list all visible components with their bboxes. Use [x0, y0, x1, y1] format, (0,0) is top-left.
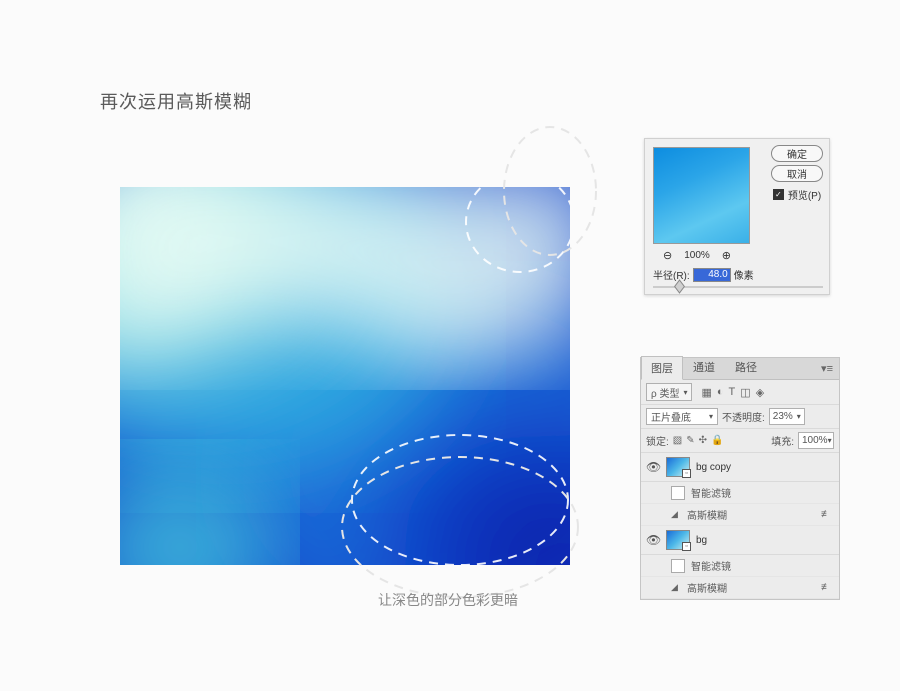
opacity-input[interactable]: 23%▾: [769, 408, 805, 425]
filter-instance-row[interactable]: ◢ 高斯模糊 ≢: [641, 577, 839, 599]
layer-thumbnail[interactable]: ▫: [666, 457, 690, 477]
layer-row[interactable]: 👁 ▫ bg copy: [641, 453, 839, 482]
filter-name[interactable]: 高斯模糊: [687, 580, 727, 595]
opacity-label: 不透明度:: [722, 409, 765, 424]
lock-position-icon[interactable]: ✣: [699, 435, 707, 446]
annotation-ellipse-bottom: [342, 457, 578, 597]
filter-name[interactable]: 高斯模糊: [687, 507, 727, 522]
panel-menu-icon[interactable]: ▾≡: [815, 362, 839, 375]
layer-name[interactable]: bg: [696, 535, 707, 546]
fill-input[interactable]: 100%▾: [798, 432, 834, 449]
radius-label: 半径(R):: [653, 267, 690, 282]
smart-filters-row[interactable]: 智能滤镜: [641, 555, 839, 577]
canvas-caption: 让深色的部分色彩更暗: [378, 590, 518, 610]
smart-filters-row[interactable]: 智能滤镜: [641, 482, 839, 504]
filter-options-icon[interactable]: ≢: [821, 582, 834, 593]
caret-icon: ◢: [671, 582, 681, 593]
lock-transparent-icon[interactable]: ▧: [673, 435, 682, 446]
radius-slider[interactable]: [653, 284, 823, 290]
lock-label: 锁定:: [646, 433, 669, 448]
layer-row[interactable]: 👁 ▫ bg: [641, 526, 839, 555]
filter-visibility-icon[interactable]: [671, 559, 685, 573]
canvas-preview: [120, 187, 570, 565]
filter-pixel-icon[interactable]: ▦: [701, 386, 711, 399]
filter-type-icon[interactable]: T: [729, 386, 736, 399]
ok-button[interactable]: 确定: [771, 145, 823, 162]
tab-layers[interactable]: 图层: [641, 356, 683, 380]
preview-label: 预览(P): [788, 187, 821, 202]
cancel-button[interactable]: 取消: [771, 165, 823, 182]
lock-paint-icon[interactable]: ✎: [686, 435, 694, 446]
visibility-toggle-icon[interactable]: 👁: [646, 460, 660, 474]
filter-smart-icon[interactable]: ◈: [756, 386, 764, 399]
blur-preview-thumbnail[interactable]: [653, 147, 750, 244]
tab-channels[interactable]: 通道: [683, 355, 725, 379]
zoom-in-icon[interactable]: ⊕: [722, 249, 731, 262]
filter-shape-icon[interactable]: ◫: [740, 386, 750, 399]
smart-object-icon: ▫: [682, 542, 691, 551]
preview-checkbox[interactable]: ✓: [773, 189, 784, 200]
tab-paths[interactable]: 路径: [725, 355, 767, 379]
visibility-toggle-icon[interactable]: 👁: [646, 533, 660, 547]
filter-adjust-icon[interactable]: ◐: [717, 386, 724, 399]
layer-name[interactable]: bg copy: [696, 462, 731, 473]
zoom-out-icon[interactable]: ⊖: [663, 249, 672, 262]
filter-instance-row[interactable]: ◢ 高斯模糊 ≢: [641, 504, 839, 526]
radius-input[interactable]: [693, 268, 731, 282]
radius-unit: 像素: [734, 267, 754, 282]
caret-icon: ◢: [671, 509, 681, 520]
layers-panel: 图层 通道 路径 ▾≡ ρ 类型▾ ▦ ◐ T ◫ ◈ 正片叠底▾ 不透明度: …: [640, 357, 840, 600]
layer-thumbnail[interactable]: ▫: [666, 530, 690, 550]
fill-label: 填充:: [771, 433, 794, 448]
smart-filter-label: 智能滤镜: [691, 485, 731, 500]
layer-filter-type[interactable]: ρ 类型▾: [646, 383, 692, 401]
zoom-percent: 100%: [684, 250, 710, 261]
filter-visibility-icon[interactable]: [671, 486, 685, 500]
page-title: 再次运用高斯模糊: [100, 88, 252, 114]
filter-options-icon[interactable]: ≢: [821, 509, 834, 520]
blend-mode-select[interactable]: 正片叠底▾: [646, 408, 718, 425]
smart-filter-label: 智能滤镜: [691, 558, 731, 573]
smart-object-icon: ▫: [682, 469, 691, 478]
annotation-ellipse-top: [504, 127, 596, 255]
lock-all-icon[interactable]: 🔒: [711, 435, 723, 446]
gaussian-blur-dialog: 确定 取消 ✓ 预览(P) ⊖ 100% ⊕ 半径(R): 像素: [644, 138, 830, 295]
